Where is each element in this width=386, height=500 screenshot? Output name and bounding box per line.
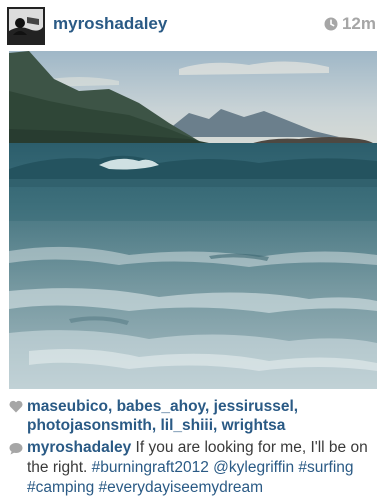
likers-list[interactable]: maseubico, babes_ahoy, jessirussel, phot… bbox=[9, 397, 377, 435]
likes-section: maseubico, babes_ahoy, jessirussel, phot… bbox=[9, 397, 377, 435]
caption-section: myroshadaley If you are looking for me, … bbox=[9, 438, 379, 498]
mention-kylegriffin[interactable]: @kylegriffin bbox=[213, 459, 294, 476]
comment-bubble-icon bbox=[9, 443, 23, 455]
post-header: myroshadaley 12m bbox=[0, 0, 386, 50]
avatar-image bbox=[9, 9, 43, 43]
clock-icon bbox=[324, 17, 338, 31]
post-timestamp: 12m bbox=[324, 14, 376, 34]
hashtag-camping[interactable]: #camping bbox=[27, 479, 94, 496]
hashtag-burningraft2012[interactable]: #burningraft2012 bbox=[92, 459, 209, 476]
caption-author[interactable]: myroshadaley bbox=[27, 439, 131, 456]
user-avatar[interactable] bbox=[7, 7, 45, 45]
post-photo[interactable] bbox=[9, 51, 377, 389]
ocean-wave-photo bbox=[9, 51, 377, 389]
time-ago: 12m bbox=[341, 14, 376, 33]
hashtag-everydayiseemydream[interactable]: #everydayiseemydream bbox=[99, 479, 264, 496]
hashtag-surfing[interactable]: #surfing bbox=[298, 459, 353, 476]
heart-icon bbox=[9, 400, 23, 413]
post-username[interactable]: myroshadaley bbox=[53, 14, 167, 34]
caption-text: myroshadaley If you are looking for me, … bbox=[9, 438, 379, 498]
